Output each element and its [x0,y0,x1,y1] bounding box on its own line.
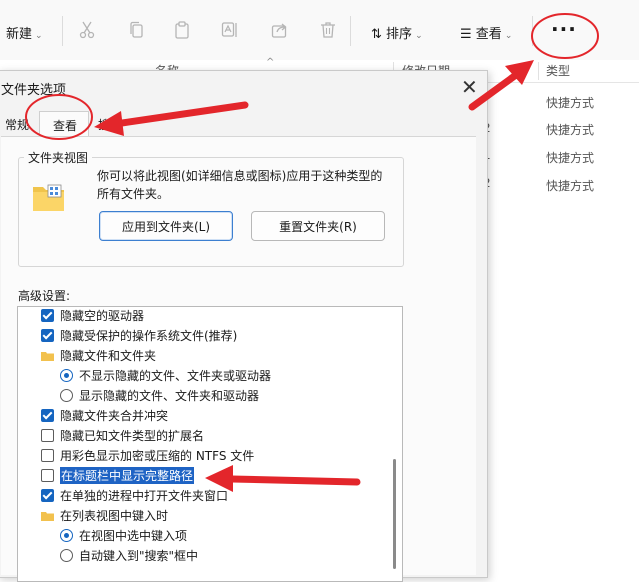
delete-icon[interactable] [318,20,338,40]
list-item[interactable]: 不显示隐藏的文件、文件夹或驱动器 [60,365,271,385]
checkbox-unchecked[interactable] [41,448,54,462]
setting-label: 用彩色显示加密或压缩的 NTFS 文件 [60,448,255,463]
setting-group-label: 隐藏文件和文件夹 [60,348,157,363]
scrollbar-thumb[interactable] [393,459,396,569]
new-button[interactable]: 新建 ⌄ [6,23,43,42]
list-item[interactable]: 显示隐藏的文件、文件夹和驱动器 [60,385,259,405]
reset-folders-button[interactable]: 重置文件夹(R) [251,211,385,241]
setting-label: 自动键入到"搜索"框中 [79,548,199,563]
list-item[interactable]: 在单独的进程中打开文件夹窗口 [41,485,228,505]
tab-general[interactable]: 常规 [5,116,29,133]
folder-view-title: 文件夹视图 [24,149,93,166]
radio-selected[interactable] [60,528,73,542]
checkbox-checked[interactable] [41,488,54,502]
command-bar: 新建 ⌄ ⇅ 排序 ⌄ ☰ 查看 ⌄ ··· [0,0,639,60]
new-button-label: 新建 [6,27,33,42]
advanced-settings-tree[interactable]: 隐藏空的驱动器 隐藏受保护的操作系统文件(推荐) 隐藏文件和文件夹 不显示隐藏的… [17,306,403,582]
list-item[interactable]: 隐藏文件夹合并冲突 [41,405,168,425]
cut-icon[interactable] [77,20,97,40]
folder-options-dialog: 文件夹选项 ✕ 常规 查看 搜 文件夹视图 你可以将此视图(如详细信息或图标)应… [0,70,488,582]
sort-icon: ⇅ [371,27,382,42]
folder-view-description: 你可以将此视图(如详细信息或图标)应用于这种类型的所有文件夹。 [97,169,383,201]
setting-label: 隐藏已知文件类型的扩展名 [60,428,205,443]
setting-label: 在单独的进程中打开文件夹窗口 [60,488,229,503]
column-type[interactable]: 类型 [546,62,570,79]
setting-label: 隐藏文件夹合并冲突 [60,408,169,423]
list-item[interactable]: 隐藏受保护的操作系统文件(推荐) [41,325,237,345]
chevron-down-icon: ⌄ [504,31,513,41]
tab-search[interactable]: 搜 [98,116,110,133]
view-button-label: 查看 [475,27,502,42]
row-type[interactable]: 快捷方式 [546,121,594,138]
list-item[interactable]: 用彩色显示加密或压缩的 NTFS 文件 [41,445,254,465]
setting-label-highlighted: 在标题栏中显示完整路径 [60,466,195,484]
sort-button-label: 排序 [386,27,413,42]
setting-label: 不显示隐藏的文件、文件夹或驱动器 [79,368,272,383]
sort-button[interactable]: ⇅ 排序 ⌄ [371,23,423,42]
view-button[interactable]: ☰ 查看 ⌄ [460,23,512,42]
list-item[interactable]: 隐藏空的驱动器 [41,307,145,325]
toolbar-divider [62,16,63,46]
setting-label: 隐藏空的驱动器 [60,308,145,323]
row-type[interactable]: 快捷方式 [546,149,594,166]
close-icon[interactable]: ✕ [461,75,478,99]
checkbox-unchecked[interactable] [41,468,54,482]
setting-label: 隐藏受保护的操作系统文件(推荐) [60,328,238,343]
checkbox-checked[interactable] [41,328,54,342]
toolbar-divider [532,16,533,46]
list-item: 在列表视图中键入时 [41,505,168,525]
rename-icon[interactable] [220,20,240,40]
list-item[interactable]: 隐藏已知文件类型的扩展名 [41,425,204,445]
tab-view[interactable]: 查看 [39,111,89,137]
radio-selected[interactable] [60,368,73,382]
list-item[interactable]: 自动键入到"搜索"框中 [60,545,198,565]
radio-unselected[interactable] [60,548,73,562]
checkbox-unchecked[interactable] [41,428,54,442]
advanced-settings-label: 高级设置: [18,289,71,303]
toolbar-divider [350,16,351,46]
setting-group-label: 在列表视图中键入时 [60,508,169,523]
list-item[interactable]: 在视图中选中键入项 [60,525,187,545]
folder-icon [41,350,54,361]
apply-to-folders-button[interactable]: 应用到文件夹(L) [99,211,233,241]
view-list-icon: ☰ [460,27,472,42]
checkbox-checked[interactable] [41,308,54,322]
list-item: 隐藏文件和文件夹 [41,345,156,365]
paste-icon[interactable] [172,20,192,40]
folder-icon [41,510,54,521]
list-item-show-full-path[interactable]: 在标题栏中显示完整路径 [41,465,195,485]
dialog-title: 文件夹选项 [1,83,67,98]
sort-caret-icon: ^ [266,57,275,68]
setting-label: 在视图中选中键入项 [79,528,188,543]
column-divider[interactable] [538,62,539,80]
tab-view-label: 查看 [53,119,78,133]
folder-view-icon [32,183,66,216]
share-icon[interactable] [270,20,290,40]
radio-unselected[interactable] [60,388,73,402]
chevron-down-icon: ⌄ [35,31,43,41]
setting-label: 显示隐藏的文件、文件夹和驱动器 [79,388,260,403]
row-type[interactable]: 快捷方式 [546,177,594,194]
chevron-down-icon: ⌄ [415,31,423,41]
see-more-button[interactable]: ··· [551,17,577,41]
copy-icon[interactable] [126,20,146,40]
row-type[interactable]: 快捷方式 [546,94,594,111]
checkbox-checked[interactable] [41,408,54,422]
